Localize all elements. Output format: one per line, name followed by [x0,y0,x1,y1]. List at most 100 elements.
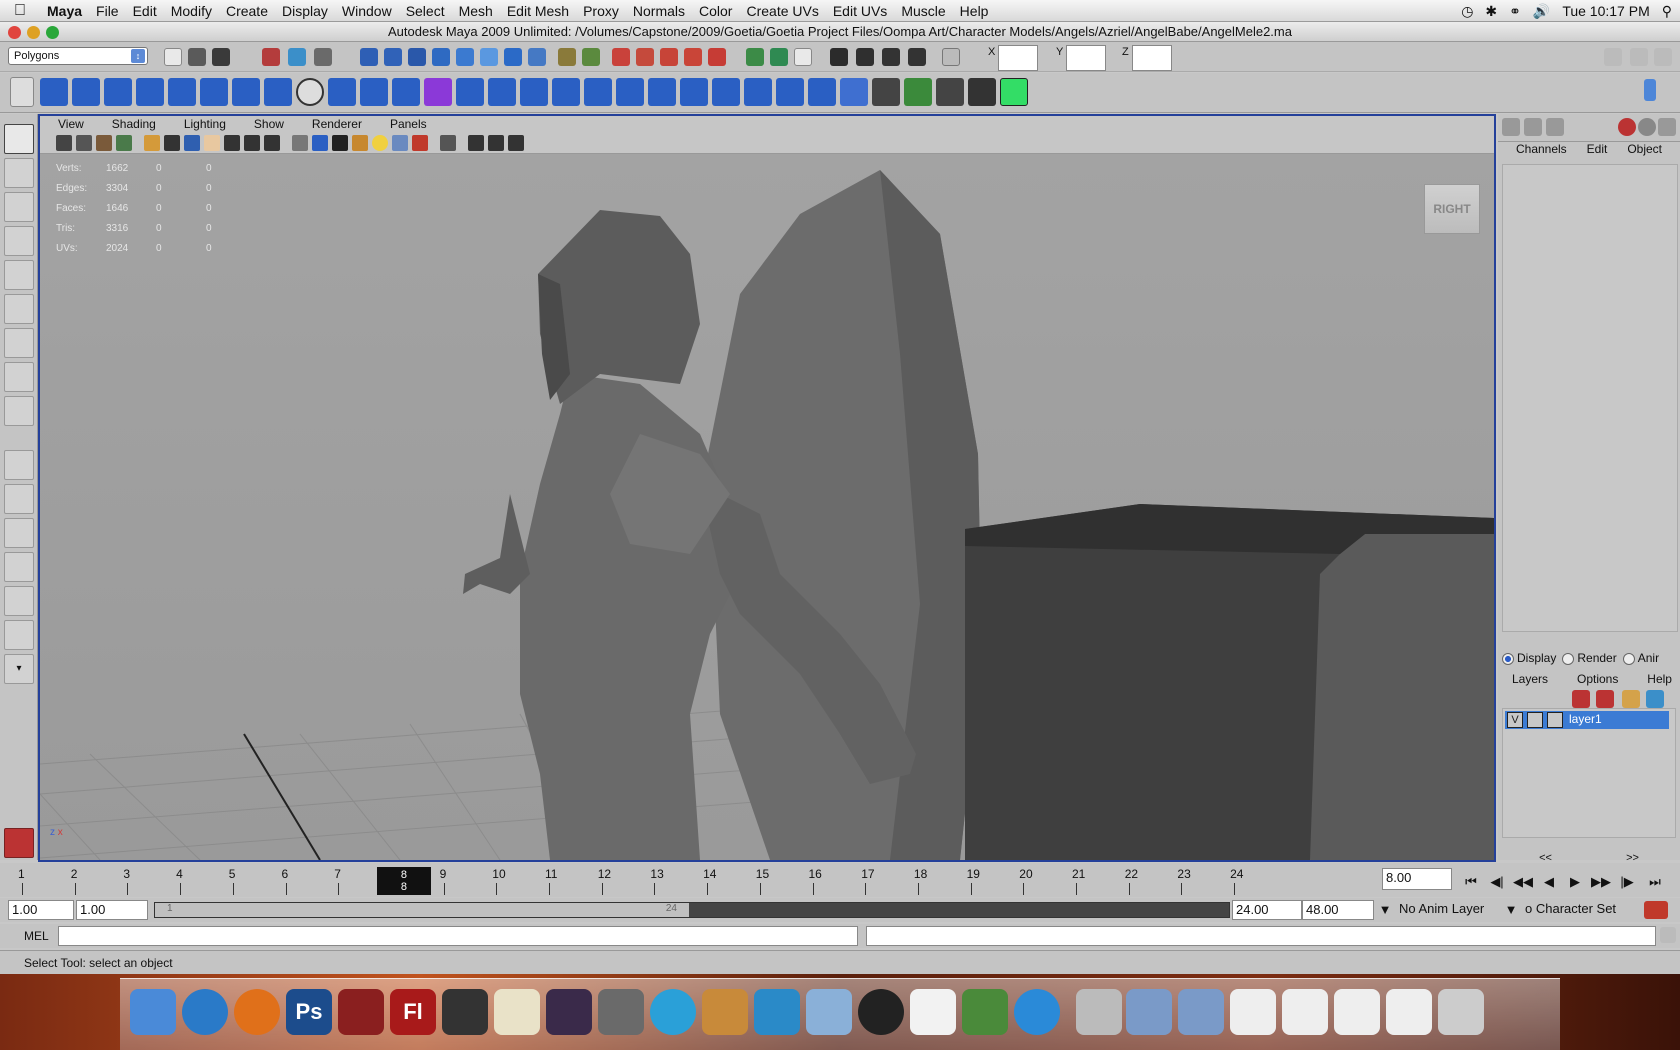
photoshop-icon[interactable]: Ps [286,989,332,1035]
attribute-editor-toggle-icon[interactable] [1524,118,1542,136]
bridge-icon[interactable] [488,78,516,106]
shelf-menu-icon[interactable] [10,77,34,107]
layer-row[interactable]: V layer1 [1505,711,1669,729]
input-ops-icon[interactable] [746,48,764,66]
wireframe-icon[interactable] [292,135,308,151]
minimize-window-button[interactable] [27,26,40,39]
show-manipulator-icon[interactable] [4,396,34,426]
menu-help[interactable]: Help [953,3,996,19]
rendering-mask-icon[interactable] [504,48,522,66]
merge-vertices-icon[interactable] [680,78,708,106]
menu-clock[interactable]: Tue 10:17 PM [1562,3,1649,19]
wifi-icon[interactable]: ⚭ [1509,3,1521,20]
xray-icon[interactable] [468,135,484,151]
minimized-window-icon[interactable] [1230,989,1276,1035]
wireframe-on-shaded-icon[interactable] [332,135,348,151]
flash-icon[interactable]: Fl [390,989,436,1035]
step-back-key-button[interactable]: ◀◀ [1512,874,1534,890]
layer-visibility-toggle[interactable]: V [1507,712,1523,728]
handles-mask-icon[interactable] [360,48,378,66]
make-live-icon[interactable] [708,48,726,66]
more-layouts-icon[interactable]: ▾ [4,654,34,684]
panel-menu-panels[interactable]: Panels [372,116,437,132]
mail-icon[interactable] [1076,989,1122,1035]
poly-cube-icon[interactable] [72,78,100,106]
menuset-dropdown[interactable]: Polygons ↕ [8,47,148,65]
select-object-icon[interactable] [288,48,306,66]
resolution-gate-icon[interactable] [184,135,200,151]
checker-unfold-icon[interactable] [872,78,900,106]
move-tool-icon[interactable] [4,226,34,256]
attribute-icon[interactable] [1638,118,1656,136]
shadows-icon[interactable] [392,135,408,151]
menu-modify[interactable]: Modify [164,3,219,19]
menu-color[interactable]: Color [692,3,739,19]
new-scene-icon[interactable] [164,48,182,66]
safari-icon[interactable] [182,989,228,1035]
select-tool-icon[interactable] [4,124,34,154]
spotlight-icon[interactable]: ⚲ [1662,3,1672,20]
menu-edit-mesh[interactable]: Edit Mesh [500,3,576,19]
layer-display-type-toggle[interactable] [1527,712,1543,728]
camera-select-icon[interactable] [56,135,72,151]
z-field[interactable] [1132,45,1172,71]
minimized-window-icon[interactable] [1386,989,1432,1035]
poly-torus-icon[interactable] [200,78,228,106]
color-icon[interactable] [1618,118,1636,136]
textedit-icon[interactable] [910,989,956,1035]
x-field[interactable] [998,45,1038,71]
playback-end-field[interactable]: 24.00 [1232,900,1302,920]
collapse-icon[interactable] [712,78,740,106]
character-set-label[interactable]: o Character Set [1522,900,1638,920]
menu-normals[interactable]: Normals [626,3,692,19]
menu-create[interactable]: Create [219,3,275,19]
smooth-shade-icon[interactable] [312,135,328,151]
ipr-render-icon[interactable] [882,48,900,66]
play-forwards-button[interactable]: ▶ [1564,874,1586,890]
panel-menu-show[interactable]: Show [236,116,294,132]
append-polygon-icon[interactable] [520,78,548,106]
layer-menu-help[interactable]: Help [1647,672,1672,686]
rotate-tool-icon[interactable] [4,260,34,290]
character-set-dropdown-arrow[interactable]: ▼ [1500,902,1522,918]
surfaces-mask-icon[interactable] [432,48,450,66]
deformations-mask-icon[interactable] [456,48,474,66]
step-back-frame-button[interactable]: ◀| [1486,874,1508,890]
layer-mode-display[interactable]: Display [1502,651,1556,665]
relax-uvs-icon[interactable] [904,78,932,106]
planar-mapping-icon[interactable] [776,78,804,106]
unity-icon[interactable] [442,989,488,1035]
joints-mask-icon[interactable] [384,48,402,66]
lock-selection-icon[interactable] [558,48,576,66]
spherical-mapping-icon[interactable] [840,78,868,106]
color-picker-icon[interactable] [858,989,904,1035]
pin-icon[interactable] [1658,118,1676,136]
snap-view-plane-icon[interactable] [684,48,702,66]
quicktime-icon[interactable] [1014,989,1060,1035]
panel-menu-shading[interactable]: Shading [94,116,166,132]
gate-mask-icon[interactable] [204,135,220,151]
world-of-warcraft-icon[interactable] [546,989,592,1035]
minimized-window-icon[interactable] [1334,989,1380,1035]
split-polygon-icon[interactable] [552,78,580,106]
textured-icon[interactable] [352,135,368,151]
field-chart-icon[interactable] [224,135,240,151]
channel-menu-object[interactable]: Object [1627,142,1662,160]
menu-edit-uvs[interactable]: Edit UVs [826,3,894,19]
safe-title-icon[interactable] [264,135,280,151]
camera-attributes-icon[interactable] [76,135,92,151]
menu-mesh[interactable]: Mesh [452,3,500,19]
insert-edge-loop-icon[interactable] [584,78,612,106]
go-to-start-button[interactable]: ⏮ [1460,874,1482,890]
maya-dock-icon[interactable] [338,989,384,1035]
outliner-persp-layout-icon[interactable] [4,518,34,548]
anim-layer-label[interactable]: No Anim Layer [1396,900,1494,920]
y-field[interactable] [1066,45,1106,71]
snap-point-icon[interactable] [660,48,678,66]
universal-manipulator-icon[interactable] [4,328,34,358]
menu-create-uvs[interactable]: Create UVs [739,3,825,19]
dynamics-mask-icon[interactable] [480,48,498,66]
film-gate-icon[interactable] [164,135,180,151]
close-window-button[interactable] [8,26,21,39]
minimized-window-icon[interactable] [1282,989,1328,1035]
